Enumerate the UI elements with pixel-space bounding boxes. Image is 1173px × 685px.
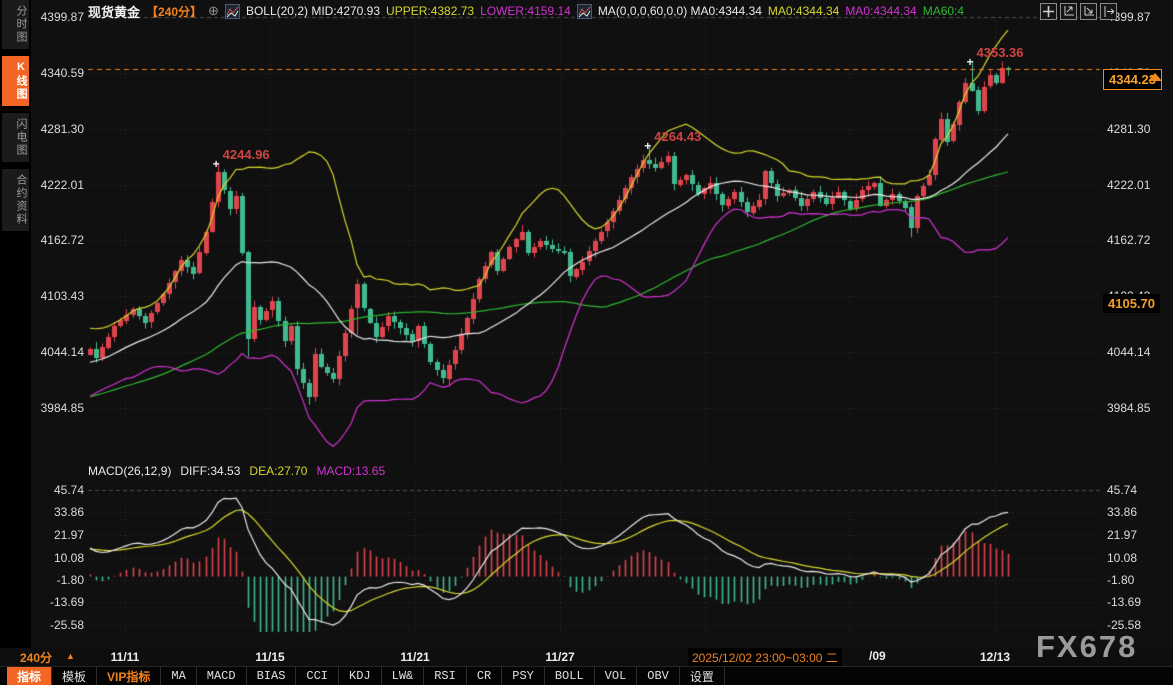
indicator-header: 现货黄金 【240分】 ⊕ BOLL(20,2) MID:4270.93 UPP… [88,3,964,19]
toolbar-item-5[interactable]: BIAS [247,667,297,685]
high-annotation-1: 4264.43 [654,129,701,144]
boll-values: BOLL(20,2) MID:4270.93 [246,4,380,18]
boll-indicator-icon[interactable] [225,4,240,19]
toolbar-item-13[interactable]: VOL [595,667,638,685]
zoom-axis-icon[interactable] [1060,3,1077,20]
price-tick-l-1: 4340.59 [32,66,84,80]
price-tick-r-4: 4162.72 [1107,233,1159,247]
price-tick-r-3: 4222.01 [1107,178,1159,192]
macd-name: MACD(26,12,9) [88,464,171,478]
macd-header: MACD(26,12,9) DIFF:34.53 DEA:27.70 MACD:… [88,464,385,478]
price-up-arrow-icon [1148,56,1162,74]
toolbar-item-9[interactable]: RSI [424,667,467,685]
ma-indicator-icon[interactable] [577,4,592,19]
toolbar-item-1[interactable]: 模板 [52,667,97,685]
boll-upper-value: UPPER:4382.73 [386,4,474,18]
toolbar-item-15[interactable]: 设置 [680,667,725,685]
ma-value-yellow: MA0:4344.34 [768,4,839,18]
toolbar-item-4[interactable]: MACD [197,667,247,685]
kline-chart-app: 分时图K线图闪电图合约资料 ✳ 现货黄金 【240分】 ⊕ BOLL(20,2)… [0,0,1173,685]
timeframe-dropdown-icon[interactable]: ▲ [66,651,75,661]
date-label-2: 11/21 [392,650,438,664]
boll-lower-value: LOWER:4159.14 [480,4,571,18]
macd-tick-r-4: -1.80 [1107,573,1159,587]
instrument-name: 现货黄金 [88,2,140,21]
macd-tick-l-1: 33.86 [32,505,84,519]
date-label-0: 11/11 [102,650,148,664]
price-tick-l-3: 4222.01 [32,178,84,192]
high-annotation-2: 4353.36 [977,45,1024,60]
marked-level-badge: 4105.70 [1103,294,1160,313]
sidebar-tab-3[interactable]: 合约资料 [2,169,29,231]
toolbar-item-12[interactable]: BOLL [545,667,595,685]
ma-value-magenta: MA0:4344.34 [845,4,916,18]
price-tick-l-7: 3984.85 [32,401,84,415]
toolbar-item-11[interactable]: PSY [502,667,545,685]
time-range-tooltip: 2025/12/02 23:00~03:00 二 [688,648,842,667]
chart-toolbar-icons [1040,3,1117,20]
sidebar-tab-1[interactable]: K线图 [2,56,29,106]
ma-values: MA(0,0,0,60,0,0) MA0:4344.34 [598,4,762,18]
toolbar-item-2[interactable]: VIP指标 [97,667,161,685]
toolbar-item-10[interactable]: CR [467,667,502,685]
toolbar-item-3[interactable]: MA [161,667,196,685]
macd-tick-r-5: -13.69 [1107,595,1159,609]
add-indicator-icon[interactable]: ⊕ [208,3,219,19]
price-tick-l-0: 4399.87 [32,10,84,24]
macd-dea-value: DEA:27.70 [249,464,307,478]
crosshair-icon[interactable] [1040,3,1057,20]
pan-right-icon[interactable] [1100,3,1117,20]
price-tick-r-7: 3984.85 [1107,401,1159,415]
price-tick-r-2: 4281.30 [1107,122,1159,136]
macd-tick-r-3: 10.08 [1107,551,1159,565]
toolbar-item-6[interactable]: CCI [296,667,339,685]
candlestick-chart-canvas[interactable] [0,0,1173,685]
ma60-value: MA60:4 [923,4,964,18]
indicator-toolbar: 指标模板VIP指标MAMACDBIASCCIKDJLW&RSICRPSYBOLL… [0,666,1173,685]
macd-tick-l-2: 21.97 [32,528,84,542]
period-label[interactable]: 【240分】 [146,3,202,20]
timeframe-label[interactable]: 240分 [20,649,52,666]
scale-axis-icon[interactable] [1080,3,1097,20]
price-tick-l-6: 4044.14 [32,345,84,359]
macd-tick-l-5: -13.69 [32,595,84,609]
partial-date-label: /09 [869,649,886,663]
sidebar-tab-0[interactable]: 分时图 [2,0,29,49]
toolbar-item-14[interactable]: OBV [637,667,680,685]
sidebar-tab-2[interactable]: 闪电图 [2,113,29,162]
date-label-3: 11/27 [537,650,583,664]
toolbar-item-7[interactable]: KDJ [339,667,382,685]
macd-tick-l-6: -25.58 [32,618,84,632]
price-tick-r-6: 4044.14 [1107,345,1159,359]
left-sidebar: 分时图 K线图闪电图合约资料 [0,0,31,648]
macd-diff-value: DIFF:34.53 [180,464,240,478]
brand-watermark: FX678 [1036,629,1137,665]
toolbar-item-8[interactable]: LW& [382,667,425,685]
high-marker-icon-2: + [967,56,974,68]
date-label-1: 11/15 [247,650,293,664]
toolbar-item-0[interactable]: 指标 [7,667,52,685]
macd-tick-l-3: 10.08 [32,551,84,565]
macd-tick-l-4: -1.80 [32,573,84,587]
macd-tick-l-0: 45.74 [32,483,84,497]
high-marker-icon-0: + [213,158,220,170]
macd-tick-r-2: 21.97 [1107,528,1159,542]
macd-macd-value: MACD:13.65 [316,464,385,478]
price-tick-l-5: 4103.43 [32,289,84,303]
macd-tick-r-1: 33.86 [1107,505,1159,519]
date-label-4: 12/13 [972,650,1018,664]
macd-tick-r-0: 45.74 [1107,483,1159,497]
price-tick-l-4: 4162.72 [32,233,84,247]
high-annotation-0: 4244.96 [223,147,270,162]
price-tick-l-2: 4281.30 [32,122,84,136]
high-marker-icon-1: + [644,140,651,152]
